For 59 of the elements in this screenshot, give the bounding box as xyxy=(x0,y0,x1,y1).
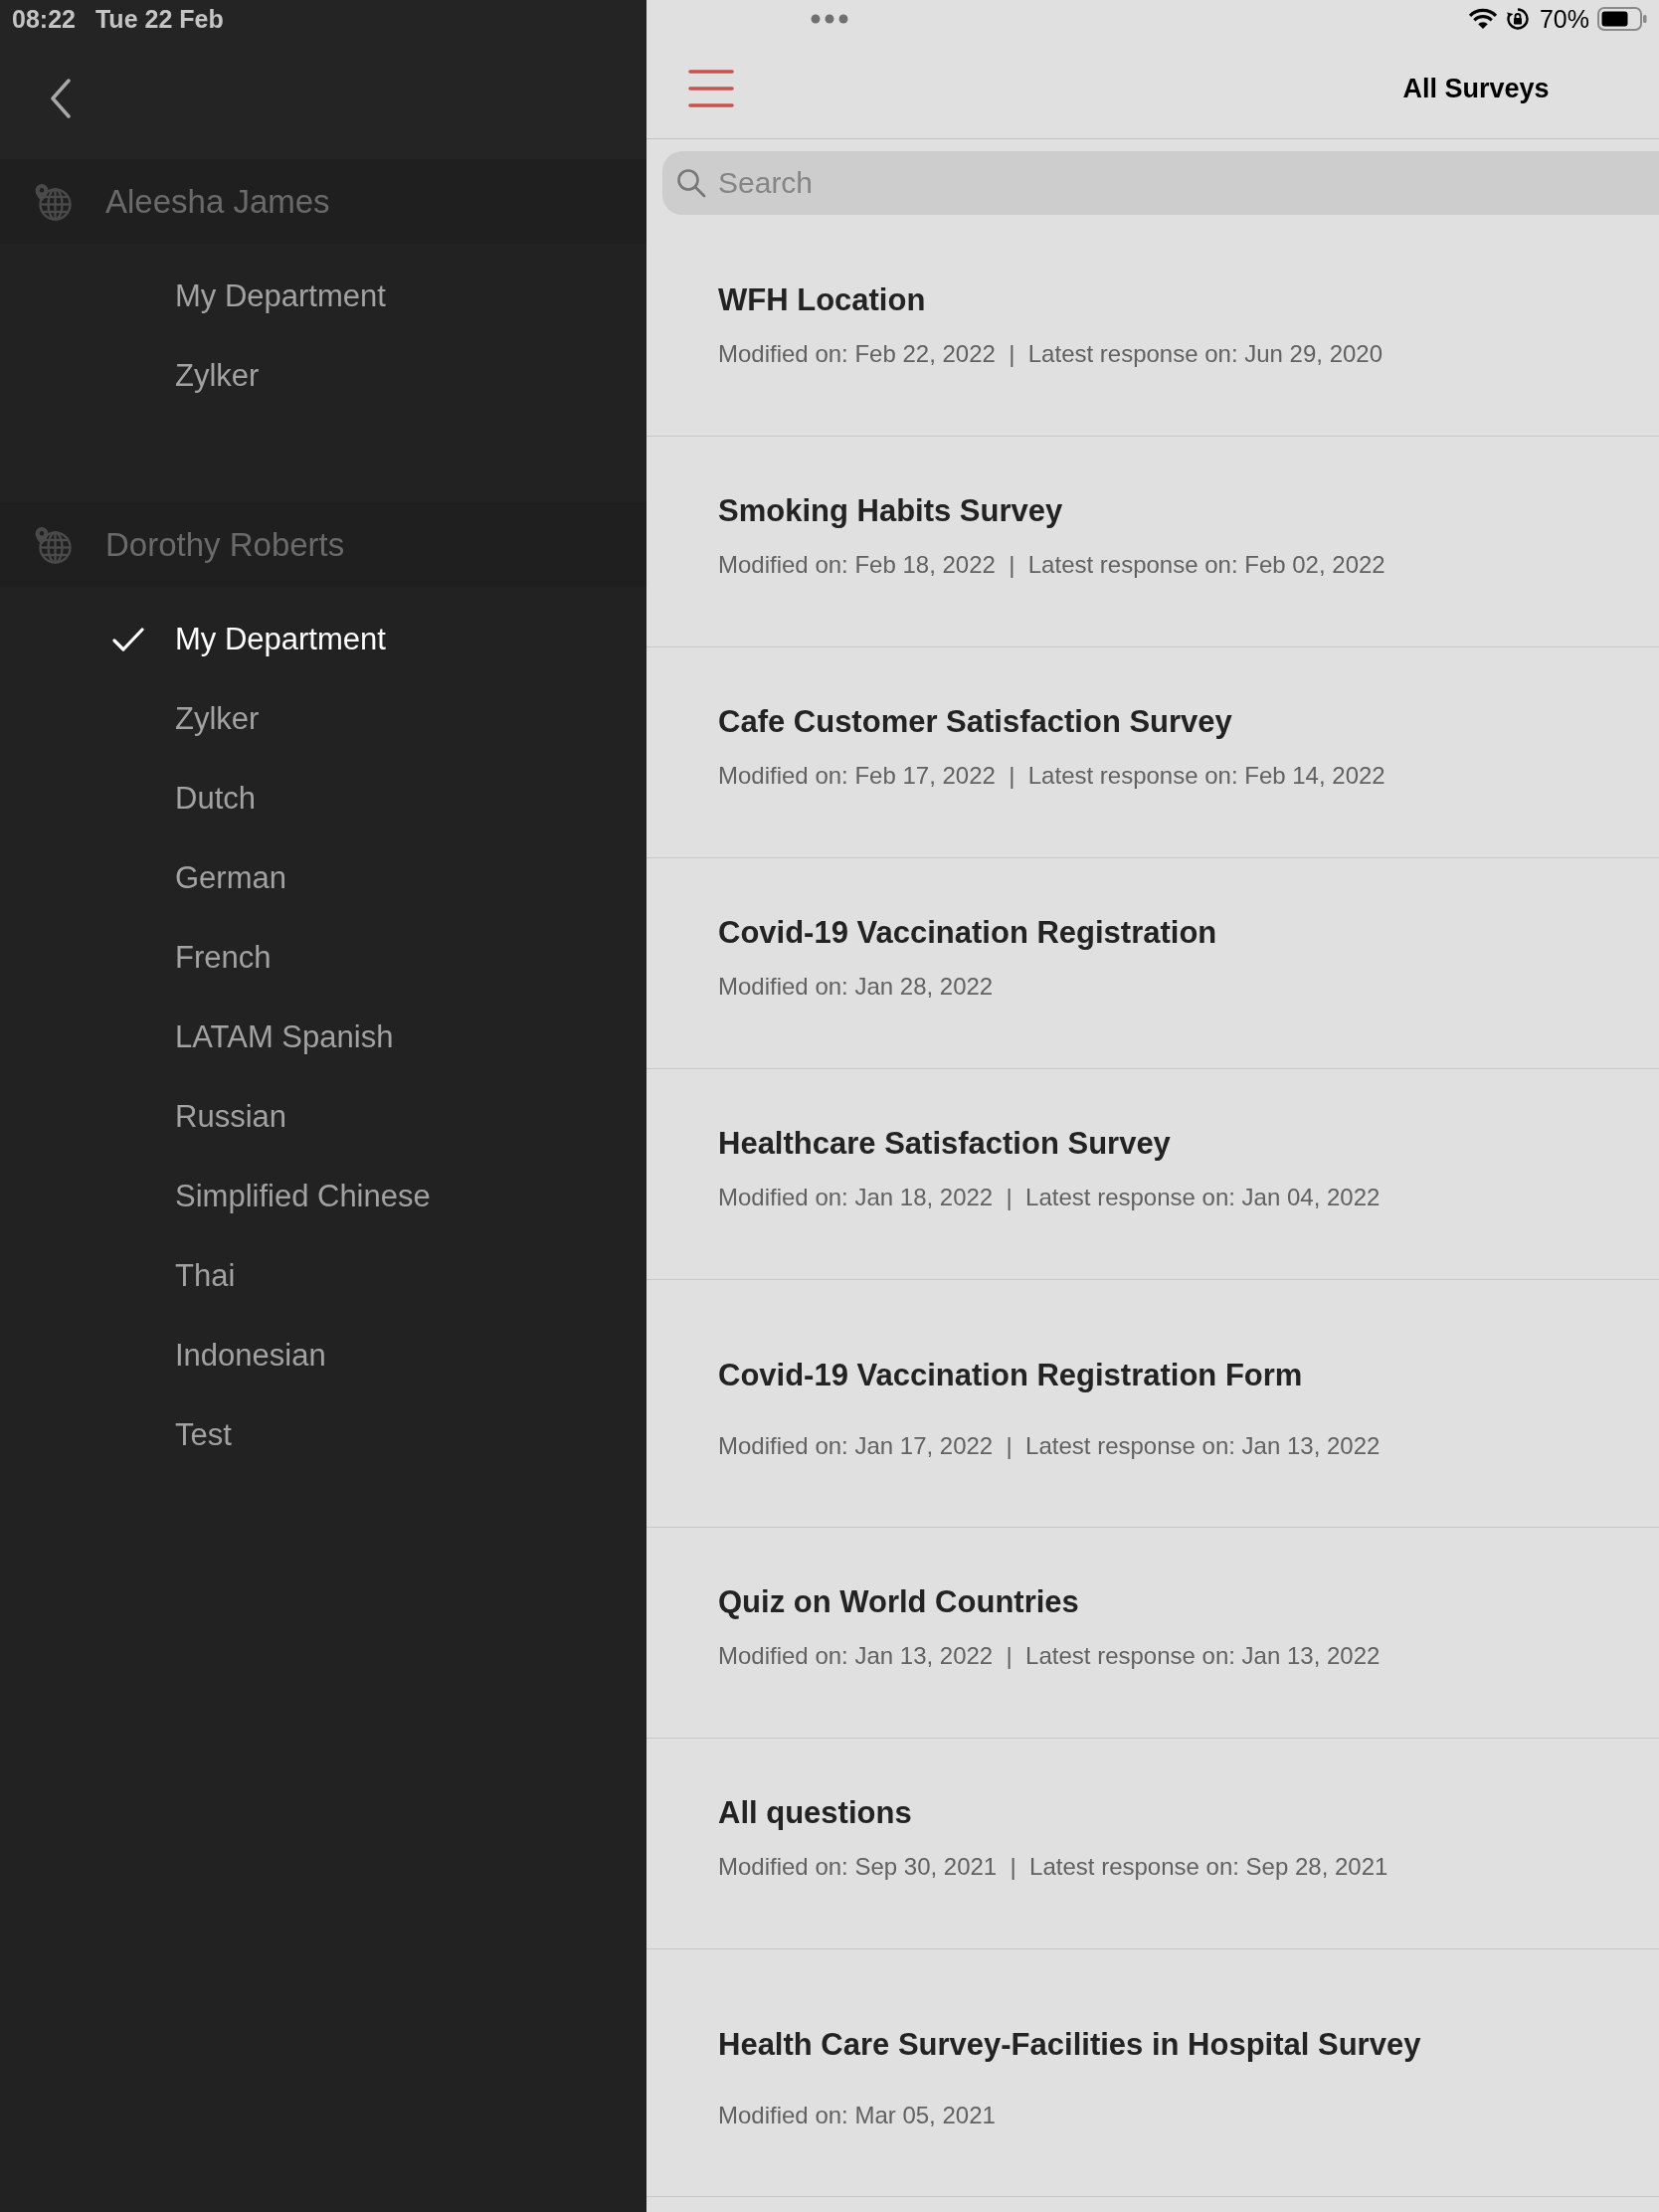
survey-title: Quiz on World Countries xyxy=(718,1583,1079,1621)
survey-dates: Modified on: Jan 28, 2022 xyxy=(718,972,994,1002)
department-item[interactable]: Zylker xyxy=(175,356,260,396)
survey-list-item[interactable]: Quiz on World Countries Modified on: Jan 13, 2022 | Latest response on: Jan 13, 2022 xyxy=(646,1528,1659,1739)
menu-button[interactable] xyxy=(688,68,734,108)
survey-title: WFH Location xyxy=(718,281,926,319)
department-item[interactable]: Test xyxy=(175,1415,232,1455)
department-item[interactable]: Zylker xyxy=(175,699,260,739)
page-title: All Surveys xyxy=(1402,72,1550,105)
battery-percent: 70% xyxy=(1539,4,1589,34)
checkmark-icon xyxy=(112,627,144,652)
survey-list-item[interactable]: Smoking Habits Survey Modified on: Feb 18, 2022 | Latest response on: Feb 02, 2022 xyxy=(646,437,1659,647)
globe-pin-icon xyxy=(34,182,72,221)
survey-title: Smoking Habits Survey xyxy=(718,492,1063,530)
survey-dates: Modified on: Sep 30, 2021 | Latest response on: Sep 28, 2021 xyxy=(718,1852,1388,1882)
survey-list-item[interactable]: Cafe Customer Satisfaction Survey Modified on: Feb 17, 2022 | Latest response on: Feb 14, 2022 xyxy=(646,647,1659,858)
battery-icon xyxy=(1597,7,1647,31)
survey-title: Covid-19 Vaccination Registration Form xyxy=(718,1357,1303,1394)
rotation-lock-icon xyxy=(1505,7,1530,31)
survey-title: Health Care Survey-Facilities in Hospital Survey xyxy=(718,2026,1421,2064)
wifi-icon xyxy=(1467,8,1498,30)
department-item[interactable]: German xyxy=(175,858,286,898)
survey-title: All questions xyxy=(718,1794,912,1832)
survey-dates: Modified on: Feb 17, 2022 | Latest response on: Feb 14, 2022 xyxy=(718,761,1385,791)
globe-pin-icon xyxy=(34,525,72,564)
survey-list-item[interactable]: Covid-19 Vaccination Registration Form Modified on: Jan 17, 2022 | Latest response on: Jan 13, 2022 xyxy=(646,1280,1659,1528)
department-item[interactable]: LATAM Spanish xyxy=(175,1017,394,1057)
survey-list-item[interactable]: Covid-19 Vaccination Registration Modified on: Jan 28, 2022 xyxy=(646,858,1659,1069)
search-icon xyxy=(676,168,706,198)
survey-list-item[interactable]: All questions Modified on: Sep 30, 2021 | Latest response on: Sep 28, 2021 xyxy=(646,1739,1659,1949)
survey-dates: Modified on: Feb 22, 2022 | Latest response on: Jun 29, 2020 xyxy=(718,339,1383,369)
department-item[interactable]: Russian xyxy=(175,1097,286,1137)
account-name: Aleesha James xyxy=(105,181,330,222)
department-item[interactable]: French xyxy=(175,938,272,978)
status-time: 08:22 xyxy=(12,4,76,34)
department-item[interactable]: Simplified Chinese xyxy=(175,1177,431,1216)
survey-dates: Modified on: Mar 05, 2021 xyxy=(718,2101,996,2130)
survey-title: Cafe Customer Satisfaction Survey xyxy=(718,703,1232,741)
survey-list-item[interactable]: Healthcare Satisfaction Survey Modified on: Jan 18, 2022 | Latest response on: Jan 04, 2022 xyxy=(646,1069,1659,1280)
survey-dates: Modified on: Jan 17, 2022 | Latest response on: Jan 13, 2022 xyxy=(718,1431,1381,1461)
department-item[interactable]: My Department xyxy=(112,620,386,659)
survey-dates: Modified on: Feb 18, 2022 | Latest response on: Feb 02, 2022 xyxy=(718,550,1385,580)
department-item[interactable]: Indonesian xyxy=(175,1336,326,1376)
department-item[interactable]: Thai xyxy=(175,1256,236,1296)
department-item[interactable]: Dutch xyxy=(175,779,256,819)
search-field[interactable]: Search xyxy=(662,151,1659,215)
status-date: Tue 22 Feb xyxy=(94,4,224,34)
account-name: Dorothy Roberts xyxy=(105,524,345,565)
three-dots-icon xyxy=(811,14,848,24)
menu-icon xyxy=(688,68,734,108)
survey-list-item[interactable]: WFH Location Modified on: Feb 22, 2022 | Latest response on: Jun 29, 2020 xyxy=(646,226,1659,437)
department-item[interactable]: My Department xyxy=(175,276,386,316)
survey-title: Covid-19 Vaccination Registration xyxy=(718,914,1217,952)
chevron-left-icon xyxy=(50,79,72,118)
survey-dates: Modified on: Jan 13, 2022 | Latest response on: Jan 13, 2022 xyxy=(718,1641,1381,1671)
survey-list-item[interactable]: Health Care Survey-Facilities in Hospital Survey Modified on: Mar 05, 2021 xyxy=(646,1949,1659,2197)
survey-title: Healthcare Satisfaction Survey xyxy=(718,1125,1171,1163)
survey-dates: Modified on: Jan 18, 2022 | Latest response on: Jan 04, 2022 xyxy=(718,1183,1381,1212)
back-button[interactable] xyxy=(50,79,72,118)
